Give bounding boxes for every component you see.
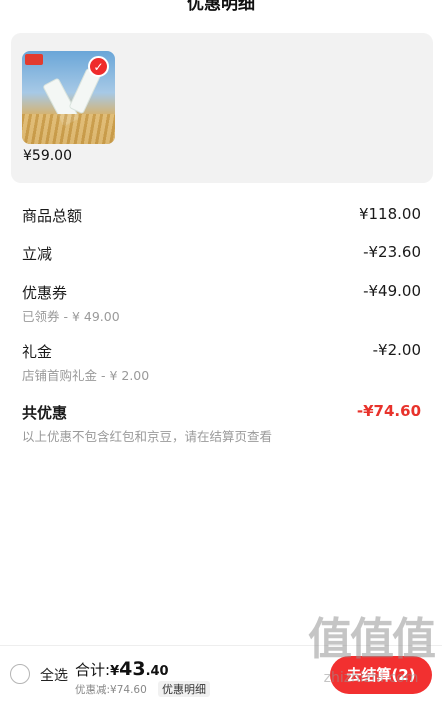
order-total-decimal: .40 [145, 664, 169, 679]
coupon-label: 优惠券 [22, 284, 68, 302]
order-total-prefix: 合计: [75, 661, 111, 679]
discount-summary: 优惠减:¥74.60 [75, 684, 147, 696]
instant-discount-value: -¥23.60 [363, 243, 421, 261]
gift-money-label: 礼金 [22, 343, 53, 361]
gift-money-detail: 店铺首购礼金 - ¥ 2.00 [22, 368, 150, 383]
select-all-label[interactable]: 全选 [40, 665, 68, 685]
goods-total-value: ¥118.00 [358, 205, 421, 223]
site-watermark: 值值值 zhizhizhi.com [308, 614, 436, 687]
page-title: 优惠明细 [0, 0, 442, 18]
discount-detail-link[interactable]: 优惠明细 [158, 681, 210, 697]
coupon-detail: 已领券 - ¥ 49.00 [22, 309, 120, 324]
total-discount-value: -¥74.60 [356, 402, 421, 420]
page-title-text: 优惠明细 [187, 0, 255, 14]
total-discount-note: 以上优惠不包含红包和京豆，请在结算页查看 [22, 429, 273, 444]
select-all-radio[interactable] [10, 664, 30, 684]
instant-discount-label: 立减 [22, 245, 53, 263]
order-total-currency: ¥ [110, 664, 120, 679]
order-total-integer: 43 [119, 658, 146, 680]
wheat-field-image [22, 114, 115, 144]
brand-sticker [25, 54, 43, 65]
coupon-value: -¥49.00 [363, 282, 421, 300]
product-card: ✓ ¥59.00 [11, 33, 433, 183]
total-discount-label: 共优惠 [22, 404, 68, 422]
watermark-url: zhizhizhi.com [323, 670, 419, 686]
product-price: ¥59.00 [23, 148, 72, 164]
gift-money-value: -¥2.00 [372, 341, 421, 359]
order-total: 合计:¥43.40 [75, 658, 169, 680]
watermark-logo: 值值值 [308, 614, 436, 665]
goods-total-label: 商品总额 [22, 207, 83, 225]
selected-check-icon[interactable]: ✓ [88, 56, 109, 77]
